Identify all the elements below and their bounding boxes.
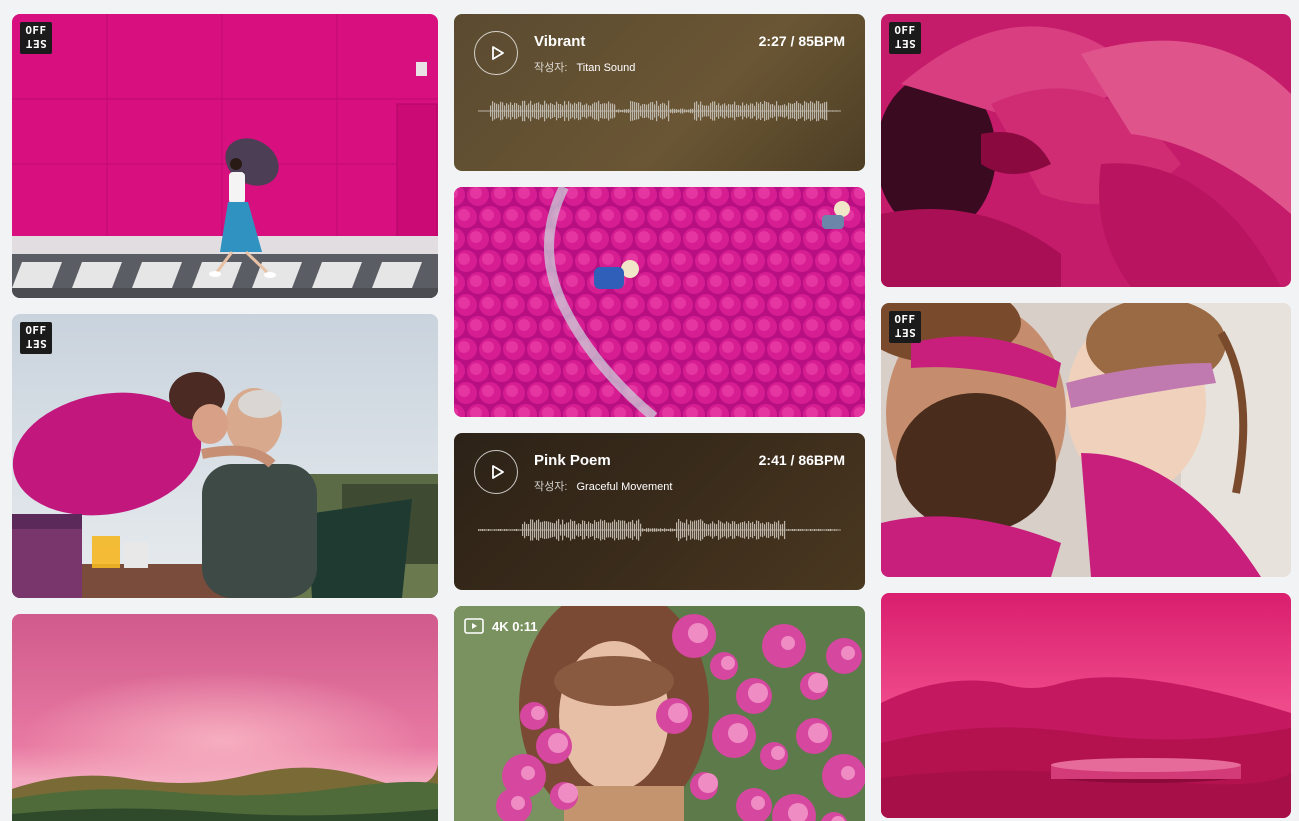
photo-pink-flower-closeup[interactable]: OFF SET <box>881 14 1291 287</box>
photo-elderly-couple-image <box>12 314 438 598</box>
photo-pink-wall-umbrella[interactable]: OFF SET <box>12 14 438 298</box>
video-badge-text: 4K 0:11 <box>492 618 538 634</box>
track-author-line: 작성자: Graceful Movement <box>534 478 672 494</box>
photo-pink-wall-image <box>12 14 438 298</box>
offset-badge: OFF SET <box>20 22 52 54</box>
track-author-line: 작성자: Titan Sound <box>534 59 635 75</box>
author-label: 작성자: <box>534 62 568 74</box>
offset-badge-line2: SET <box>894 37 916 50</box>
audio-card-vibrant[interactable]: Vibrant 작성자: Titan Sound 2:27 / 85BPM <box>454 14 865 171</box>
track-duration-bpm: 2:27 / 85BPM <box>758 33 845 49</box>
photo-flower-image <box>881 14 1291 287</box>
play-icon <box>491 46 504 60</box>
video-woman-flowers-image <box>454 606 865 821</box>
photo-pink-desert-podium[interactable] <box>881 593 1291 818</box>
photo-pink-sky-landscape[interactable] <box>12 614 438 821</box>
video-badge: 4K 0:11 <box>464 618 538 634</box>
offset-badge: OFF SET <box>889 311 921 343</box>
video-icon <box>464 618 484 634</box>
track-title[interactable]: Vibrant <box>534 33 585 50</box>
offset-badge-line1: OFF <box>25 324 47 337</box>
offset-badge-line1: OFF <box>25 24 47 37</box>
offset-badge: OFF SET <box>20 322 52 354</box>
author-label: 작성자: <box>534 481 568 493</box>
offset-badge-line2: SET <box>25 337 47 350</box>
offset-badge-line2: SET <box>894 326 916 339</box>
track-duration-bpm: 2:41 / 86BPM <box>758 452 845 468</box>
photo-desert-image <box>881 593 1291 818</box>
audio-card-pink-poem[interactable]: Pink Poem 작성자: Graceful Movement 2:41 / … <box>454 433 865 590</box>
play-icon <box>491 465 504 479</box>
play-button[interactable] <box>474 31 518 75</box>
photo-pink-sky-image <box>12 614 438 821</box>
offset-badge-line1: OFF <box>894 24 916 37</box>
photo-father-daughter-image <box>881 303 1291 577</box>
photo-father-daughter-masks[interactable]: OFF SET <box>881 303 1291 577</box>
offset-badge-line2: SET <box>25 37 47 50</box>
play-button[interactable] <box>474 450 518 494</box>
photo-pink-incense-field[interactable] <box>454 187 865 417</box>
waveform[interactable] <box>478 96 841 126</box>
photo-elderly-couple[interactable]: OFF SET <box>12 314 438 598</box>
photo-incense-image <box>454 187 865 417</box>
author-name[interactable]: Graceful Movement <box>576 481 672 493</box>
offset-badge: OFF SET <box>889 22 921 54</box>
waveform[interactable] <box>478 515 841 545</box>
track-title[interactable]: Pink Poem <box>534 452 611 469</box>
offset-badge-line1: OFF <box>894 313 916 326</box>
video-woman-flowers[interactable]: 4K 0:11 <box>454 606 865 821</box>
author-name[interactable]: Titan Sound <box>576 62 635 74</box>
